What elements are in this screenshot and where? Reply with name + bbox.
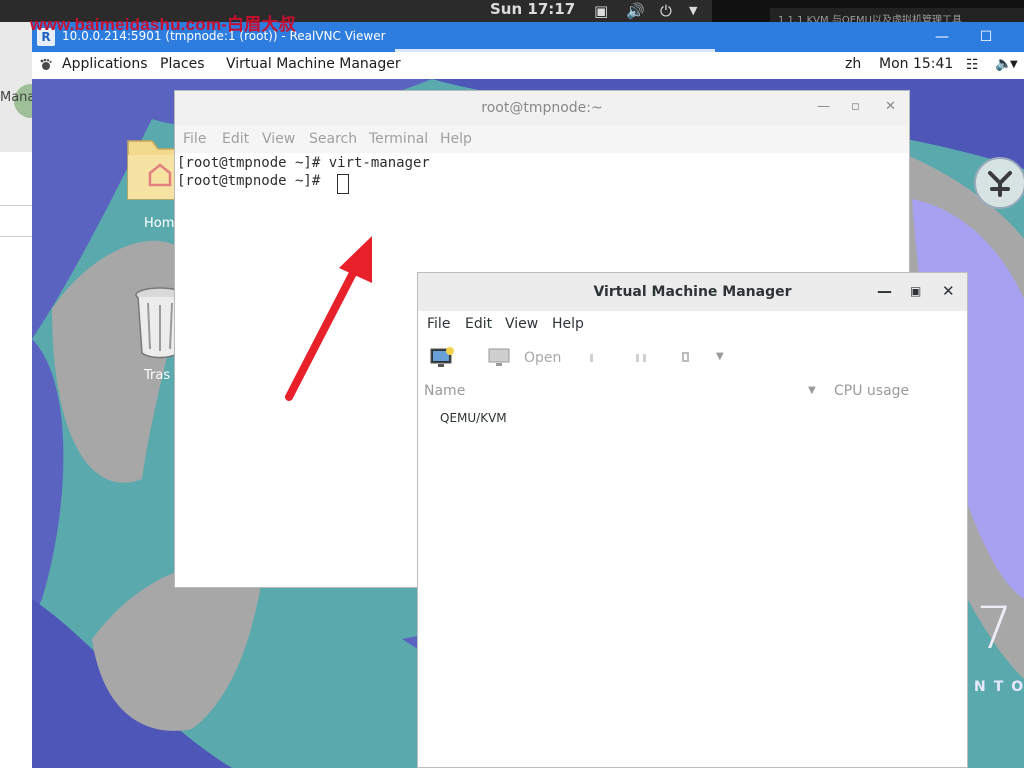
open-vm-icon[interactable]	[488, 348, 512, 368]
gnome-clock[interactable]: Mon 15:41	[879, 56, 953, 72]
home-icon-label[interactable]: Hom	[144, 216, 174, 231]
badge-glyph-icon	[988, 171, 1012, 197]
maximize-button[interactable]: ▣	[910, 284, 921, 298]
shutdown-icon[interactable]	[682, 352, 689, 362]
close-button[interactable]: ✕	[885, 99, 896, 114]
divider	[0, 205, 32, 206]
centos-logo-text: NTO	[974, 679, 1023, 695]
minimize-button[interactable]: —	[817, 99, 830, 114]
terminal-menu-terminal[interactable]: Terminal	[369, 131, 428, 147]
new-vm-icon[interactable]	[430, 347, 456, 369]
terminal-menu-view[interactable]: View	[262, 131, 295, 147]
terminal-menu-help[interactable]: Help	[440, 131, 472, 147]
power-icon[interactable]: ⏻	[660, 2, 672, 20]
vmm-menu-edit[interactable]: Edit	[465, 316, 492, 332]
terminal-menu-file[interactable]: File	[183, 131, 206, 147]
chevron-down-icon[interactable]: ▼	[1010, 59, 1018, 70]
trash-icon-label[interactable]: Tras	[144, 368, 170, 383]
terminal-menu-bar: File Edit View Search Terminal Help	[175, 125, 909, 153]
host-clock[interactable]: Sun 17:17	[490, 0, 575, 18]
terminal-title: root@tmpnode:~	[481, 100, 603, 116]
centos-logo-number: 7	[976, 594, 1013, 662]
terminal-line: [root@tmpnode ~]#	[177, 173, 329, 189]
accessibility-badge-icon[interactable]	[974, 157, 1024, 209]
terminal-cursor	[337, 174, 349, 194]
host-background-window-label: Mana	[0, 90, 36, 105]
watermark: www.baimeidashu.com-白眉大叔	[30, 15, 296, 34]
places-menu[interactable]: Places	[160, 56, 205, 72]
network-icon[interactable]: ☷	[966, 57, 979, 73]
run-icon[interactable]	[590, 354, 593, 362]
open-button[interactable]: Open	[524, 350, 561, 366]
chevron-down-icon[interactable]: ▼	[689, 4, 697, 17]
virt-manager-title-bar[interactable]: Virtual Machine Manager — ▣ ✕	[418, 273, 967, 312]
window-icon[interactable]: ▣	[594, 2, 608, 20]
active-app-menu[interactable]: Virtual Machine Manager	[226, 56, 401, 72]
terminal-title-bar[interactable]: root@tmpnode:~ — ▫ ✕	[175, 91, 909, 126]
minimize-button[interactable]: —	[877, 282, 892, 300]
gnome-top-bar: Applications Places Virtual Machine Mana…	[32, 52, 1024, 79]
terminal-menu-search[interactable]: Search	[309, 131, 357, 147]
terminal-line: [root@tmpnode ~]# virt-manager	[177, 155, 430, 171]
column-cpu-usage[interactable]: CPU usage	[834, 383, 909, 399]
terminal-menu-edit[interactable]: Edit	[222, 131, 249, 147]
volume-icon[interactable]: 🔊	[626, 2, 645, 20]
minimize-button[interactable]: —	[927, 26, 957, 48]
divider	[0, 236, 32, 237]
applications-menu[interactable]: Applications	[62, 56, 148, 72]
input-language-indicator[interactable]: zh	[845, 56, 861, 72]
chevron-down-icon[interactable]: ▼	[716, 351, 724, 362]
vm-list: QEMU/KVM	[418, 405, 967, 765]
maximize-button[interactable]: ▫	[851, 99, 860, 114]
vm-list-header: Name ▼ CPU usage	[418, 379, 967, 405]
virt-manager-menu-bar: File Edit View Help	[418, 311, 967, 339]
vmm-menu-help[interactable]: Help	[552, 316, 584, 332]
virt-manager-toolbar: Open ▼	[418, 339, 967, 379]
maximize-button[interactable]: ☐	[971, 26, 1001, 48]
pause-icon[interactable]	[636, 354, 646, 362]
vmm-menu-view[interactable]: View	[505, 316, 538, 332]
column-name[interactable]: Name	[424, 383, 465, 399]
gnome-foot-icon[interactable]	[39, 58, 53, 72]
virt-manager-window[interactable]: Virtual Machine Manager — ▣ ✕ File Edit …	[417, 272, 968, 768]
list-item[interactable]: QEMU/KVM	[440, 411, 507, 425]
chevron-down-icon[interactable]: ▼	[808, 385, 816, 396]
vnc-viewer-window: R 10.0.0.214:5901 (tmpnode:1 (root)) - R…	[32, 22, 1024, 768]
close-button[interactable]: ✕	[942, 282, 955, 300]
vmm-menu-file[interactable]: File	[427, 316, 450, 332]
